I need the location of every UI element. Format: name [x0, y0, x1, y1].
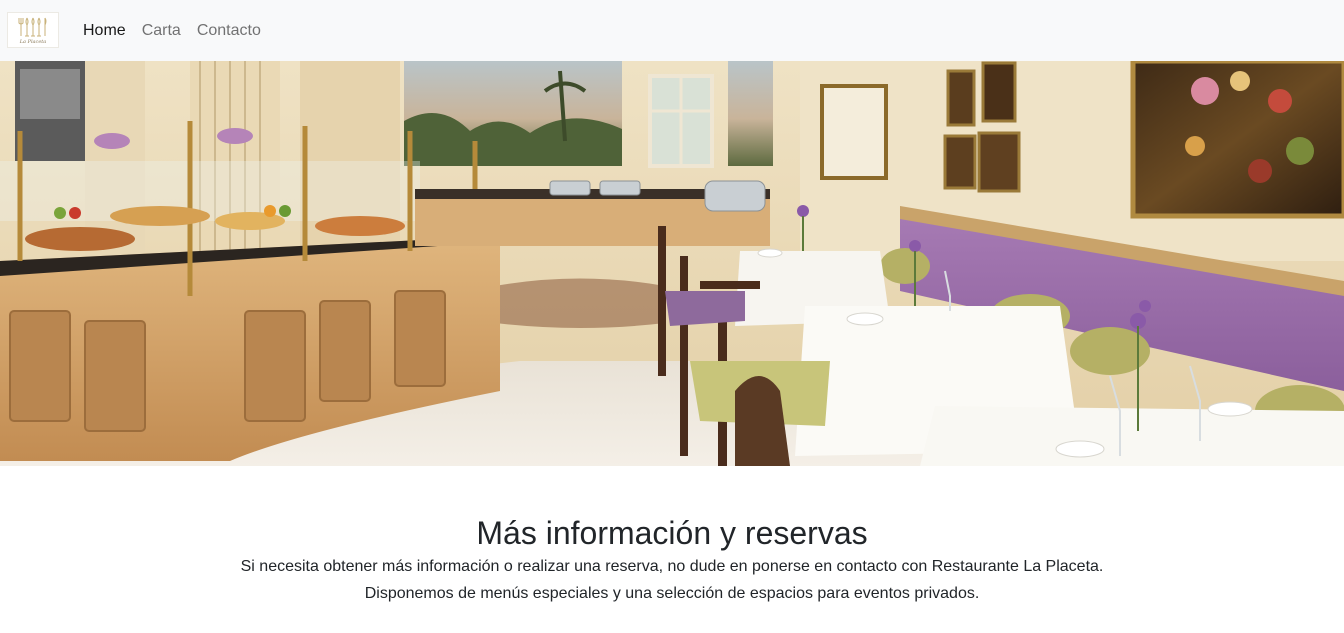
restaurant-dining-room-photo [0, 61, 1344, 466]
main-nav: Home Carta Contacto [83, 0, 277, 61]
info-text-line-1: Si necesita obtener más información o re… [240, 558, 1104, 575]
info-title: Más información y reservas [476, 515, 868, 551]
navbar: La Placeta Home Carta Contacto [0, 0, 1344, 61]
brand-logo[interactable]: La Placeta [7, 12, 59, 48]
info-section: Más información y reservas Si necesita o… [0, 513, 1344, 607]
nav-home[interactable]: Home [83, 19, 126, 43]
nav-contacto[interactable]: Contacto [197, 19, 261, 43]
brand-text: La Placeta [19, 38, 47, 45]
info-text-line-2: Disponemos de menús especiales y una sel… [364, 585, 980, 602]
cutlery-glasses-icon [18, 17, 47, 36]
nav-carta[interactable]: Carta [142, 19, 181, 43]
hero-image [0, 61, 1344, 466]
